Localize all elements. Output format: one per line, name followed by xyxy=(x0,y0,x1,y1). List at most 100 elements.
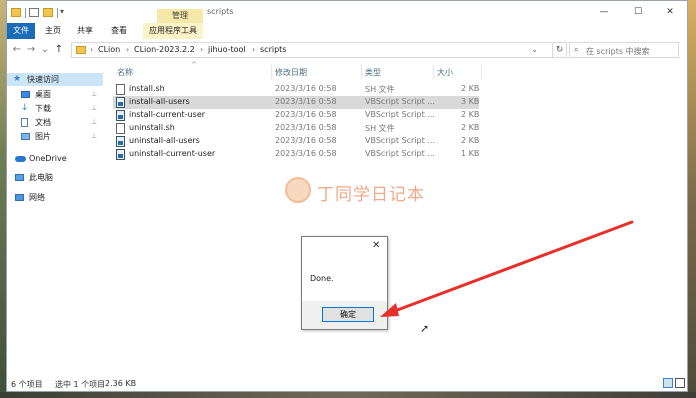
file-row[interactable]: uninstall.sh 2023/3/16 0:58 SH 文件 2 KB xyxy=(113,122,479,135)
customize-toolbar-icon[interactable]: ▾ xyxy=(60,7,64,16)
breadcrumb-clion-version[interactable]: CLion-2023.2.2 xyxy=(134,45,195,54)
tab-view[interactable]: 查看 xyxy=(107,23,131,39)
search-box[interactable]: ⌕ 在 scripts 中搜索 xyxy=(569,42,679,58)
star-icon: ★ xyxy=(13,74,22,84)
sidebar-item-quick-access[interactable]: ★ 快速访问 xyxy=(7,73,103,86)
sidebar-item-pictures[interactable]: 图片 ⊥ xyxy=(7,130,103,143)
status-item-count: 6 个项目 xyxy=(11,380,43,389)
search-icon: ⌕ xyxy=(574,45,579,54)
new-folder-icon[interactable] xyxy=(43,8,53,17)
file-size: 2 KB xyxy=(461,136,480,145)
details-view-icon[interactable] xyxy=(663,378,673,388)
file-row[interactable]: install-current-user 2023/3/16 0:58 VBSc… xyxy=(113,109,479,122)
ribbon-tabs: 文件 主页 共享 查看 应用程序工具 ? xyxy=(7,23,687,59)
breadcrumb-separator[interactable]: › xyxy=(252,45,255,54)
address-dropdown-icon[interactable]: ⌄ xyxy=(531,45,538,54)
file-date: 2023/3/16 0:58 xyxy=(275,84,337,93)
download-icon: ↓ xyxy=(21,103,29,113)
refresh-button[interactable]: ↻ xyxy=(553,42,567,58)
breadcrumb-separator[interactable]: › xyxy=(90,45,93,54)
status-selection: 选中 1 个项目 xyxy=(55,380,106,389)
file-icon xyxy=(116,123,125,134)
pin-icon: ⊥ xyxy=(91,104,98,112)
sidebar-item-label: OneDrive xyxy=(29,154,67,163)
minimize-button[interactable]: — xyxy=(597,6,611,18)
address-bar[interactable]: › CLion › CLion-2023.2.2 › jihuo-tool › … xyxy=(71,42,553,58)
file-size: 3 KB xyxy=(461,97,480,106)
breadcrumb-scripts[interactable]: scripts xyxy=(260,45,286,54)
file-name: install-all-users xyxy=(129,97,190,106)
up-button[interactable]: ↑ xyxy=(53,44,65,55)
file-size: 2 KB xyxy=(461,84,480,93)
file-name: uninstall.sh xyxy=(129,123,175,132)
file-size: 2 KB xyxy=(461,123,480,132)
navigation-pane: ★ 快速访问 桌面 ⊥ ↓ 下载 ⊥ 文档 ⊥ 图片 ⊥ OneDrive 此电… xyxy=(7,63,103,373)
file-name: install.sh xyxy=(129,84,165,93)
breadcrumb-separator[interactable]: › xyxy=(126,45,129,54)
breadcrumb-jihuo-tool[interactable]: jihuo-tool xyxy=(208,45,246,54)
column-header-size[interactable]: 大小 xyxy=(437,67,453,78)
vbscript-icon xyxy=(116,97,125,108)
file-row-selected[interactable]: install-all-users 2023/3/16 0:58 VBScrip… xyxy=(113,96,479,109)
dialog-message: Done. xyxy=(310,274,334,283)
file-type: VBScript Script ... xyxy=(365,149,435,158)
sort-indicator: ^ xyxy=(191,61,197,69)
file-row[interactable]: uninstall-current-user 2023/3/16 0:58 VB… xyxy=(113,148,479,161)
tab-manage[interactable]: 管理 xyxy=(157,9,203,23)
sidebar-item-documents[interactable]: 文档 ⊥ xyxy=(7,116,103,129)
sidebar-item-onedrive[interactable]: OneDrive xyxy=(7,152,103,165)
watermark-text: 丁同学日记本 xyxy=(317,185,425,205)
sidebar-item-label: 下载 xyxy=(35,104,51,113)
recent-locations-button[interactable]: ⌄ xyxy=(39,44,51,55)
large-icons-view-icon[interactable] xyxy=(675,378,685,388)
pin-icon: ⊥ xyxy=(91,118,98,126)
file-row[interactable]: uninstall-all-users 2023/3/16 0:58 VBScr… xyxy=(113,135,479,148)
breadcrumb-clion[interactable]: CLion xyxy=(98,45,120,54)
tab-file[interactable]: 文件 xyxy=(7,23,35,39)
sidebar-item-downloads[interactable]: ↓ 下载 ⊥ xyxy=(7,102,103,115)
cloud-icon xyxy=(15,156,26,162)
file-name: install-current-user xyxy=(129,110,206,119)
sidebar-item-desktop[interactable]: 桌面 ⊥ xyxy=(7,88,103,101)
column-divider[interactable] xyxy=(271,65,272,79)
mouse-cursor-icon: ➚ xyxy=(420,322,430,335)
column-divider[interactable] xyxy=(433,65,434,79)
file-row[interactable]: install.sh 2023/3/16 0:58 SH 文件 2 KB xyxy=(113,83,479,96)
properties-icon[interactable] xyxy=(29,8,39,17)
window-title: scripts xyxy=(207,7,234,16)
column-divider[interactable] xyxy=(361,65,362,79)
sidebar-item-this-pc[interactable]: 此电脑 xyxy=(7,171,103,184)
quick-access-separator xyxy=(57,8,58,18)
breadcrumb-separator[interactable]: › xyxy=(200,45,203,54)
sidebar-item-label: 此电脑 xyxy=(29,173,53,182)
sidebar-item-network[interactable]: 网络 xyxy=(7,191,103,204)
file-name: uninstall-current-user xyxy=(129,149,216,158)
file-date: 2023/3/16 0:58 xyxy=(275,136,337,145)
tab-share[interactable]: 共享 xyxy=(73,23,97,39)
forward-button[interactable]: → xyxy=(25,44,37,55)
wallpaper-bottom xyxy=(0,392,696,398)
title-bar: ▾ 管理 scripts — ☐ ✕ xyxy=(7,1,687,23)
column-header-date[interactable]: 修改日期 xyxy=(275,67,307,78)
sidebar-item-label: 文档 xyxy=(35,118,51,127)
sidebar-item-label: 桌面 xyxy=(35,90,51,99)
column-divider[interactable] xyxy=(481,65,482,79)
close-button[interactable]: ✕ xyxy=(663,6,677,18)
sidebar-item-label: 图片 xyxy=(35,132,51,141)
wallpaper-right xyxy=(688,0,696,398)
file-name: uninstall-all-users xyxy=(129,136,200,145)
vbscript-icon xyxy=(116,149,125,160)
search-placeholder[interactable]: 在 scripts 中搜索 xyxy=(586,46,650,57)
back-button[interactable]: ← xyxy=(11,44,23,55)
tab-home[interactable]: 主页 xyxy=(41,23,65,39)
maximize-button[interactable]: ☐ xyxy=(631,6,645,18)
folder-icon xyxy=(76,46,86,54)
ok-button[interactable]: 确定 xyxy=(322,307,374,322)
column-header-type[interactable]: 类型 xyxy=(365,67,381,78)
dialog-close-button[interactable]: ✕ xyxy=(372,240,380,251)
file-type: VBScript Script ... xyxy=(365,136,435,145)
column-header-name[interactable]: 名称 xyxy=(117,67,133,78)
vbscript-icon xyxy=(116,110,125,121)
sidebar-item-label: 快速访问 xyxy=(27,75,59,84)
tab-app-tools[interactable]: 应用程序工具 xyxy=(143,23,203,39)
